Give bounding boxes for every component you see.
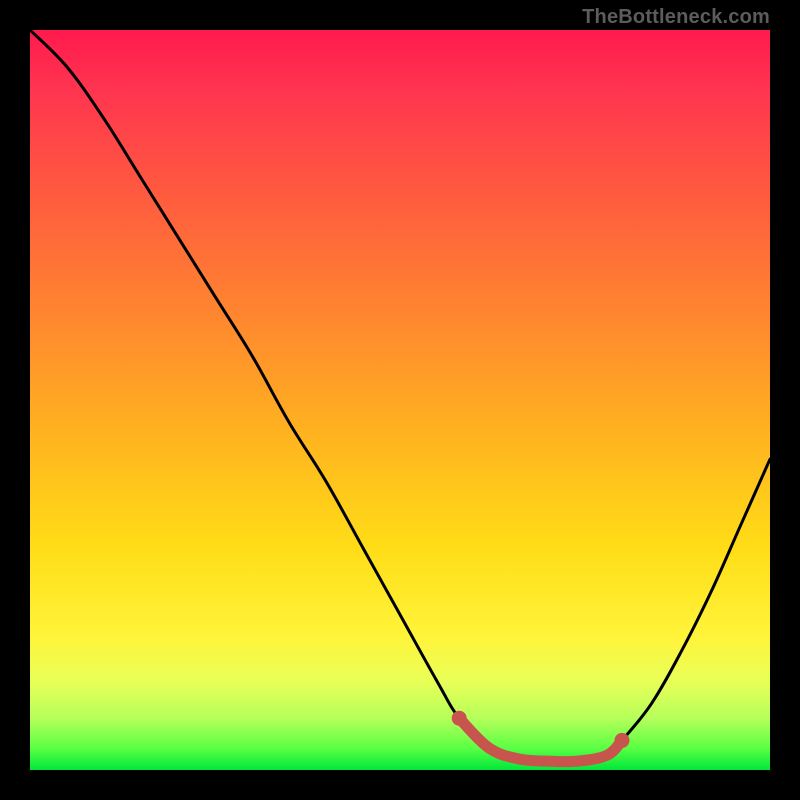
bottom-highlight xyxy=(459,718,622,761)
valley-curve xyxy=(30,30,770,762)
chart-frame: TheBottleneck.com xyxy=(0,0,800,800)
plot-area xyxy=(30,30,770,770)
watermark-text: TheBottleneck.com xyxy=(582,6,770,29)
highlight-end-dot xyxy=(452,711,467,726)
highlight-end-dot xyxy=(615,733,630,748)
plot-svg xyxy=(30,30,770,770)
